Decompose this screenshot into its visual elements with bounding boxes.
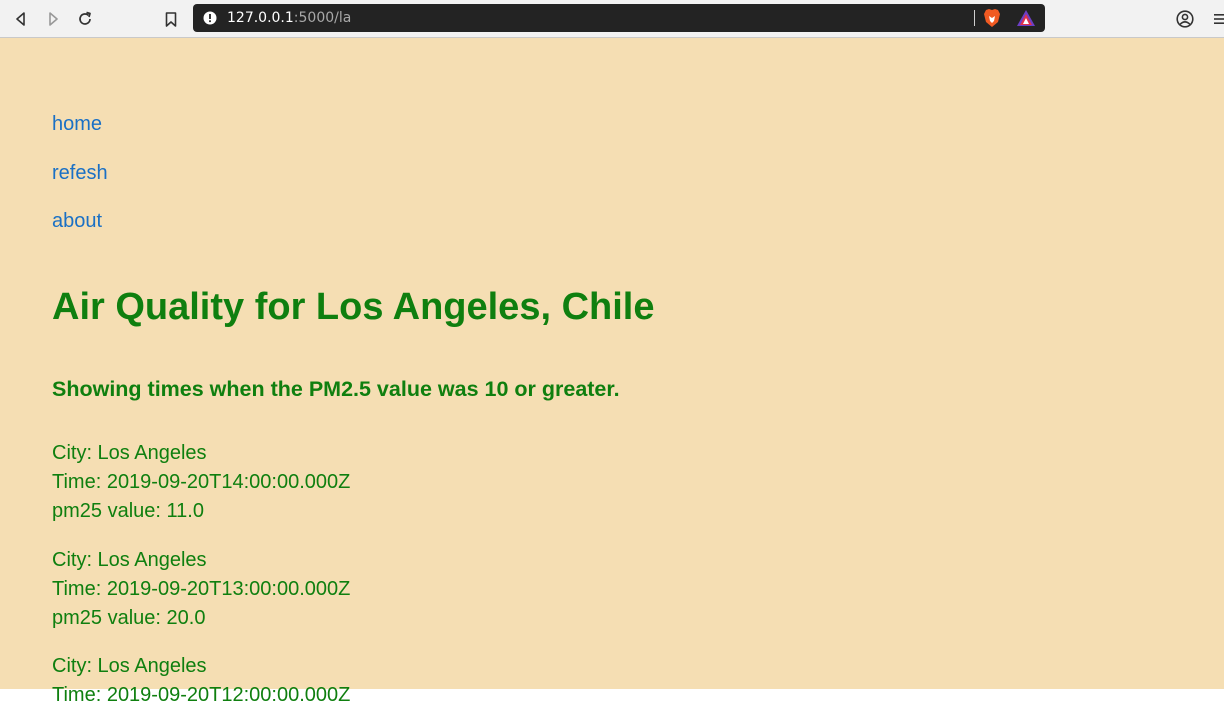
url-text: 127.0.0.1:5000/la (227, 10, 351, 26)
url-host: 127.0.0.1 (227, 10, 294, 26)
page-subtitle: Showing times when the PM2.5 value was 1… (52, 377, 620, 401)
address-bar[interactable]: 127.0.0.1:5000/la (193, 4, 1045, 32)
record-pm25: pm25 value: 11.0 (52, 500, 204, 522)
reload-icon[interactable] (75, 9, 95, 29)
browser-toolbar: 127.0.0.1:5000/la (0, 0, 1224, 38)
not-secure-icon[interactable] (203, 11, 217, 30)
page-content: home refesh about Air Quality for Los An… (0, 38, 1224, 706)
record-city: City: Los Angeles (52, 442, 207, 464)
reading-record: City: Los Angeles Time: 2019-09-20T14:00… (52, 439, 350, 526)
reading-record: City: Los Angeles Time: 2019-09-20T12:00… (52, 652, 350, 710)
brave-rewards-icon[interactable] (1016, 9, 1036, 32)
record-time: Time: 2019-09-20T14:00:00.000Z (52, 471, 351, 493)
refresh-link[interactable]: refesh (52, 161, 108, 185)
forward-icon[interactable] (43, 9, 63, 29)
reading-record: City: Los Angeles Time: 2019-09-20T13:00… (52, 546, 350, 633)
menu-icon[interactable] (1209, 9, 1224, 29)
address-divider (974, 10, 975, 26)
page-title: Air Quality for Los Angeles, Chile (52, 286, 655, 328)
record-city: City: Los Angeles (52, 655, 207, 677)
record-time: Time: 2019-09-20T12:00:00.000Z (52, 684, 351, 706)
record-city: City: Los Angeles (52, 549, 207, 571)
about-link[interactable]: about (52, 209, 102, 233)
record-time: Time: 2019-09-20T13:00:00.000Z (52, 578, 351, 600)
record-pm25: pm25 value: 20.0 (52, 607, 206, 629)
url-path: :5000/la (293, 10, 352, 26)
profile-icon[interactable] (1175, 9, 1195, 29)
bookmark-icon[interactable] (161, 9, 181, 29)
back-icon[interactable] (11, 9, 31, 29)
brave-shields-icon[interactable] (983, 8, 1001, 33)
home-link[interactable]: home (52, 112, 102, 136)
